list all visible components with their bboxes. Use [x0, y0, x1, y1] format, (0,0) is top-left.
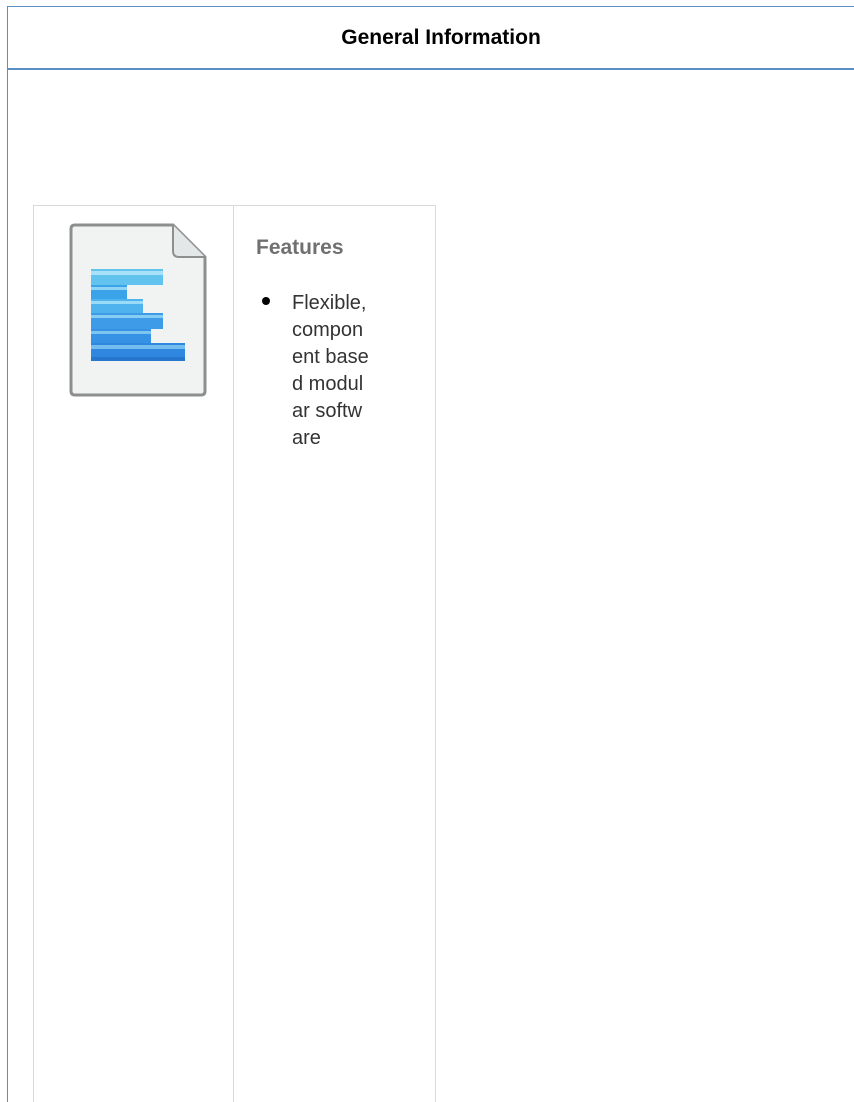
feature-text: Flexible, component based modular softwa… [292, 292, 369, 449]
layout-table: Features Flexible, component based modul… [33, 205, 436, 1102]
document-icon [69, 223, 207, 397]
panel-header: General Information [8, 7, 854, 70]
features-list: Flexible, component based modular softwa… [256, 290, 426, 452]
bullet-icon [262, 297, 270, 305]
features-heading: Features [256, 236, 344, 259]
column-divider [233, 206, 234, 1102]
features-cell: Features Flexible, component based modul… [256, 236, 426, 452]
panel-border-left [7, 6, 8, 1102]
list-item: Flexible, component based modular softwa… [256, 290, 372, 452]
page: General Information Features Flexible, c… [0, 0, 854, 1102]
panel-title: General Information [341, 25, 541, 49]
